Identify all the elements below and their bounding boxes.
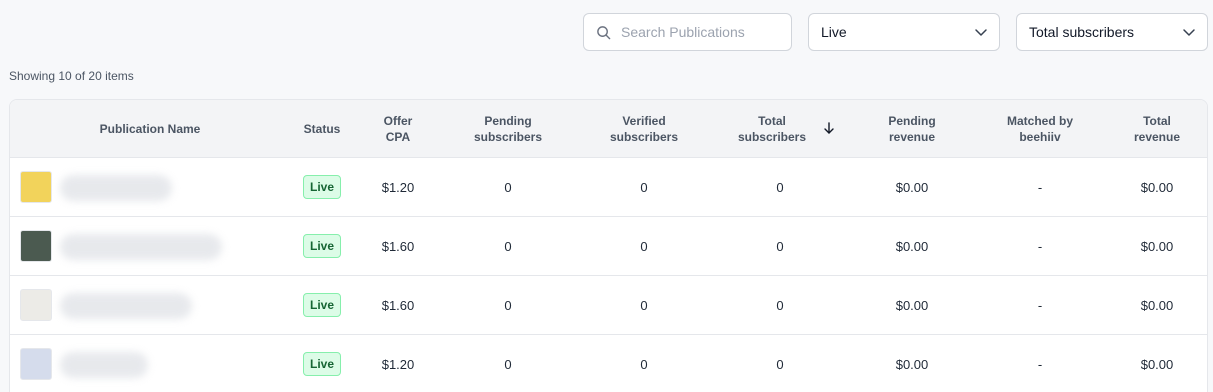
- search-input[interactable]: [621, 24, 771, 40]
- pending-subscribers-cell: 0: [504, 356, 512, 372]
- items-count-text: Showing 10 of 20 items: [9, 69, 134, 83]
- column-header-publication-name[interactable]: Publication Name: [50, 100, 250, 158]
- publication-name-redacted: [60, 234, 222, 260]
- table-row[interactable]: Live $1.60 0 0 0 $0.00 - $0.00: [10, 276, 1207, 335]
- pending-subscribers-cell: 0: [504, 238, 512, 254]
- publications-table: Publication Name Status Offer CPA Pendin…: [9, 99, 1208, 392]
- sort-select[interactable]: Total subscribers: [1016, 13, 1208, 51]
- publication-name-redacted: [60, 175, 172, 201]
- column-header-matched-by-beehiiv[interactable]: Matched by beehiiv: [994, 100, 1086, 158]
- status-badge: Live: [302, 175, 341, 199]
- search-box[interactable]: [583, 13, 792, 51]
- pending-revenue-cell: $0.00: [895, 179, 929, 195]
- status-cell: Live: [292, 158, 352, 216]
- matched-by-cell: -: [1037, 238, 1043, 254]
- status-badge: Live: [302, 352, 341, 376]
- arrow-down-icon[interactable]: [822, 121, 836, 135]
- table-row[interactable]: Live $1.20 0 0 0 $0.00 - $0.00: [10, 335, 1207, 392]
- pending-subscribers-cell: 0: [504, 179, 512, 195]
- chevron-down-icon: [975, 29, 987, 36]
- publication-thumbnail: [20, 171, 52, 203]
- verified-subscribers-cell: 0: [640, 297, 648, 313]
- column-header-status[interactable]: Status: [292, 100, 352, 158]
- status-filter-value: Live: [821, 24, 847, 40]
- pending-revenue-cell: $0.00: [895, 297, 929, 313]
- table-row[interactable]: Live $1.60 0 0 0 $0.00 - $0.00: [10, 217, 1207, 276]
- total-revenue-cell: $0.00: [1140, 238, 1174, 254]
- offer-cpa-cell: $1.60: [381, 297, 415, 313]
- column-header-total-revenue[interactable]: Total revenue: [1122, 100, 1192, 158]
- total-revenue-cell: $0.00: [1140, 179, 1174, 195]
- verified-subscribers-cell: 0: [640, 238, 648, 254]
- offer-cpa-cell: $1.20: [381, 179, 415, 195]
- matched-by-cell: -: [1037, 356, 1043, 372]
- matched-by-cell: -: [1037, 297, 1043, 313]
- status-badge: Live: [302, 293, 341, 317]
- chevron-down-icon: [1183, 29, 1195, 36]
- column-header-pending-revenue[interactable]: Pending revenue: [874, 100, 950, 158]
- offer-cpa-cell: $1.60: [381, 238, 415, 254]
- column-header-pending-subscribers[interactable]: Pending subscribers: [462, 100, 554, 158]
- total-revenue-cell: $0.00: [1140, 356, 1174, 372]
- total-subscribers-cell: 0: [776, 238, 784, 254]
- status-cell: Live: [292, 217, 352, 275]
- pending-revenue-cell: $0.00: [895, 238, 929, 254]
- status-filter-select[interactable]: Live: [808, 13, 1000, 51]
- table-row[interactable]: Live $1.20 0 0 0 $0.00 - $0.00: [10, 158, 1207, 217]
- pending-subscribers-cell: 0: [504, 297, 512, 313]
- table-body: Live $1.20 0 0 0 $0.00 - $0.00 Live $1.60 0 0 0 $0.00…: [10, 158, 1207, 392]
- pending-revenue-cell: $0.00: [895, 356, 929, 372]
- sort-select-value: Total subscribers: [1029, 24, 1135, 40]
- publication-thumbnail: [20, 230, 52, 262]
- total-subscribers-cell: 0: [776, 356, 784, 372]
- total-subscribers-cell: 0: [776, 297, 784, 313]
- column-header-total-subscribers[interactable]: Total subscribers: [726, 100, 818, 158]
- search-icon: [597, 25, 611, 39]
- column-header-offer-cpa[interactable]: Offer CPA: [372, 100, 424, 158]
- status-cell: Live: [292, 335, 352, 392]
- status-cell: Live: [292, 276, 352, 334]
- publication-thumbnail: [20, 348, 52, 380]
- publication-name-redacted: [60, 293, 192, 319]
- matched-by-cell: -: [1037, 179, 1043, 195]
- publication-name-redacted: [60, 352, 148, 378]
- publication-thumbnail: [20, 289, 52, 321]
- offer-cpa-cell: $1.20: [381, 356, 415, 372]
- total-revenue-cell: $0.00: [1140, 297, 1174, 313]
- table-header: Publication Name Status Offer CPA Pendin…: [10, 100, 1207, 158]
- column-header-verified-subscribers[interactable]: Verified subscribers: [598, 100, 690, 158]
- verified-subscribers-cell: 0: [640, 179, 648, 195]
- verified-subscribers-cell: 0: [640, 356, 648, 372]
- status-badge: Live: [302, 234, 341, 258]
- total-subscribers-cell: 0: [776, 179, 784, 195]
